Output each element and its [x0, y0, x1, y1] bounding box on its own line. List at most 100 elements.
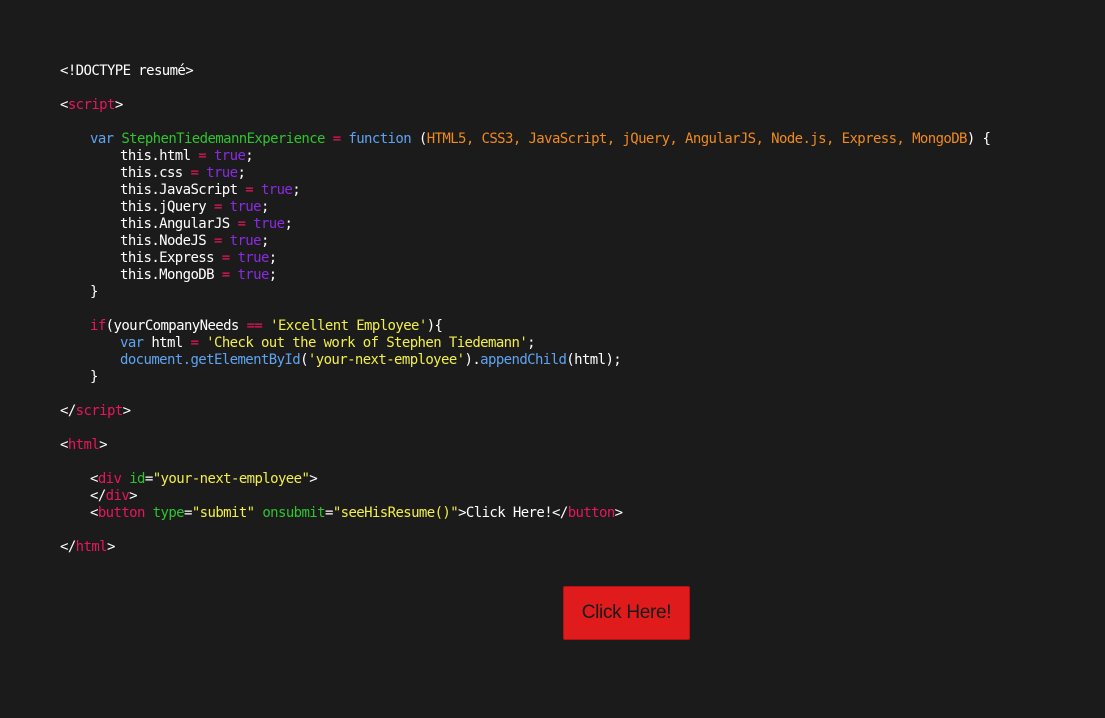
operator: =	[182, 165, 207, 181]
property-line: this.MongoDB = true;	[60, 267, 990, 284]
semicolon: ;	[292, 182, 301, 198]
string-literal: 'your-next-employee'	[307, 352, 465, 368]
boolean-value: true	[237, 250, 269, 266]
property-name: this.AngularJS	[120, 216, 230, 232]
semicolon: ;	[237, 165, 246, 181]
doctype-text: <!DOCTYPE resumé>	[60, 63, 194, 79]
operator: =	[206, 199, 230, 215]
boolean-value: true	[260, 182, 293, 198]
bracket: </	[90, 488, 106, 504]
boolean-value: true	[237, 267, 269, 283]
semicolon: ;	[260, 233, 269, 249]
operator: ==	[246, 318, 263, 334]
closing-brace-line: }	[60, 284, 990, 301]
paren: ) {	[966, 131, 991, 147]
tag-name: script	[67, 97, 116, 113]
property-name: this.JavaScript	[120, 182, 238, 198]
string-literal: 'Check out the work of Stephen Tiedemann…	[206, 335, 528, 351]
property-line: this.JavaScript = true;	[60, 182, 990, 199]
bracket: >	[114, 97, 123, 113]
semicolon: ;	[284, 216, 293, 232]
property-line: this.Express = true;	[60, 250, 990, 267]
attribute-value: "your-next-employee"	[152, 471, 310, 487]
property-name: this.jQuery	[120, 199, 207, 215]
code-block: <!DOCTYPE resumé> <script> var StephenTi…	[60, 63, 991, 556]
closing-brace: }	[90, 369, 98, 385]
html-close-line: </html>	[60, 539, 990, 556]
semicolon: ;	[268, 250, 277, 266]
operator: =	[324, 131, 349, 147]
tag-name: html	[75, 539, 108, 555]
bracket: <	[90, 471, 98, 487]
click-here-button[interactable]: Click Here!	[563, 586, 690, 640]
var-html-line: var html = 'Check out the work of Stephe…	[60, 335, 990, 352]
property-name: this.css	[120, 165, 183, 181]
div-open-line: <div id="your-next-employee">	[60, 471, 990, 488]
operator: =	[213, 250, 238, 266]
append-child-line: document.getElementById('your-next-emplo…	[60, 352, 990, 369]
bracket: <	[60, 437, 68, 453]
method: appendChild	[480, 352, 567, 368]
property-line: this.html = true;	[60, 148, 990, 165]
bracket: >	[122, 403, 131, 419]
property-line: this.AngularJS = true;	[60, 216, 990, 233]
operator: =	[229, 216, 254, 232]
tag-name: div	[105, 488, 130, 504]
tag-name: button	[97, 505, 146, 521]
keyword: function	[348, 131, 412, 147]
boolean-value: true	[206, 165, 238, 181]
button-text: >Click Here!</	[458, 505, 568, 521]
equals: =	[324, 505, 333, 521]
boolean-value: true	[229, 233, 262, 249]
keyword: var	[90, 131, 114, 147]
variable: html	[143, 335, 191, 351]
operator: =	[190, 148, 214, 164]
closing-brace: }	[90, 284, 98, 300]
boolean-value: true	[253, 216, 285, 232]
bracket: <	[60, 97, 68, 113]
paren: ){	[426, 318, 443, 334]
property-line: this.css = true;	[60, 165, 990, 182]
bracket: >	[107, 539, 115, 555]
property-name: this.html	[120, 148, 191, 164]
property-name: this.NodeJS	[120, 233, 207, 249]
attribute-value: "submit"	[191, 505, 255, 521]
bracket: </	[60, 403, 76, 419]
doctype-line: <!DOCTYPE resumé>	[60, 63, 990, 80]
bracket: >	[614, 505, 623, 521]
equals: =	[144, 471, 153, 487]
bracket: </	[60, 539, 76, 555]
semicolon: ;	[268, 267, 277, 283]
tag-name: button	[567, 505, 616, 521]
parameters: HTML5, CSS3, JavaScript, jQuery, Angular…	[426, 131, 968, 147]
equals: =	[184, 505, 192, 521]
bracket: <	[90, 505, 98, 521]
method: getElementById	[190, 352, 301, 368]
script-open-line: <script>	[60, 97, 990, 114]
paren: (	[411, 131, 427, 147]
if-statement-line: if(yourCompanyNeeds == 'Excellent Employ…	[60, 318, 990, 335]
boolean-value: true	[229, 199, 262, 215]
operator: =	[213, 267, 238, 283]
paren: (	[300, 352, 308, 368]
object: document.	[120, 352, 191, 368]
property-name: this.Express	[120, 250, 215, 266]
semicolon: ;	[260, 199, 269, 215]
button-markup-line: <button type="submit" onsubmit="seeHisRe…	[60, 505, 990, 522]
attribute-value: "seeHisResume()"	[332, 505, 459, 521]
tag-name: html	[67, 437, 100, 453]
keyword: var	[120, 335, 144, 351]
attribute-name: type	[152, 505, 185, 521]
condition-variable: (yourCompanyNeeds	[105, 318, 247, 334]
tag-name: div	[97, 471, 122, 487]
semicolon: ;	[527, 335, 535, 351]
